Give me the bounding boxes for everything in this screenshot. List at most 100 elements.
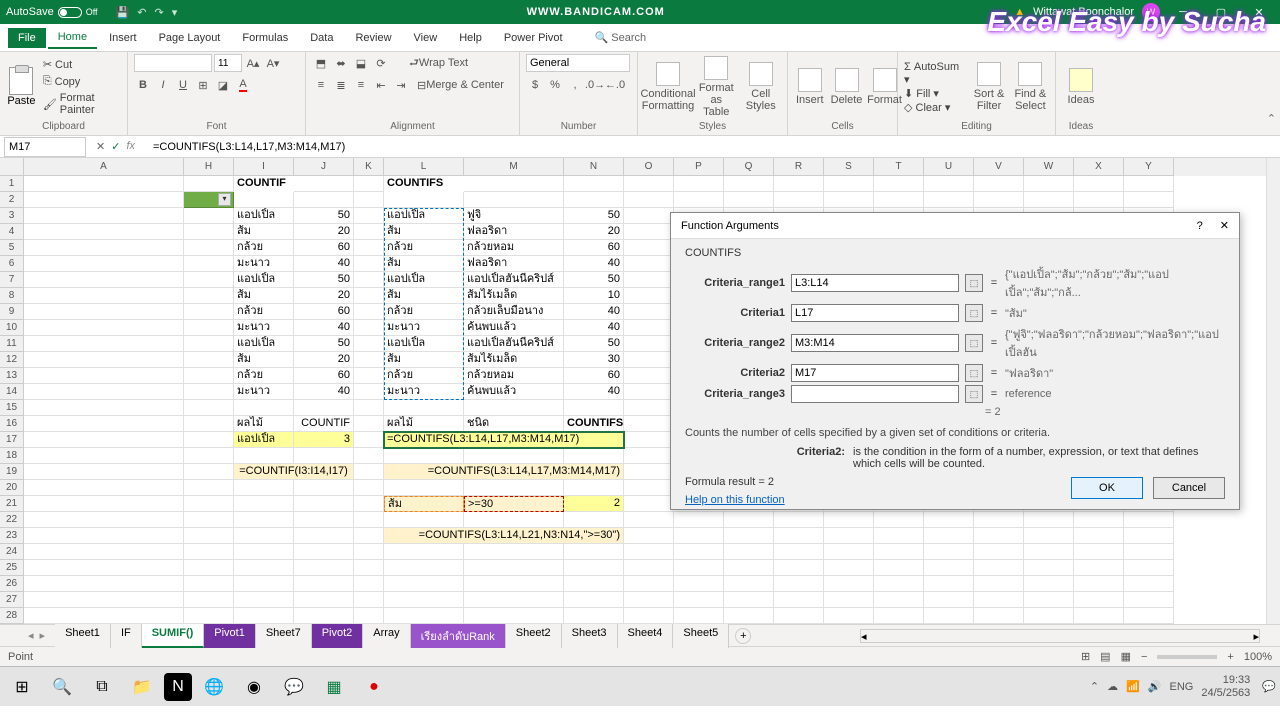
percent-format-icon[interactable]: % <box>546 76 564 94</box>
cell-J16[interactable]: COUNTIF <box>294 416 354 432</box>
tab-nav-last-icon[interactable]: ▸ <box>40 629 46 642</box>
delete-cells-button[interactable]: Delete <box>830 66 864 108</box>
dialog-ok-button[interactable]: OK <box>1071 477 1143 499</box>
cell-H26[interactable] <box>184 576 234 592</box>
cell-Y25[interactable] <box>1124 560 1174 576</box>
col-header[interactable]: S <box>824 158 874 176</box>
cell-I8[interactable]: ส้ม <box>234 288 294 304</box>
cell-I25[interactable] <box>234 560 294 576</box>
cell-W28[interactable] <box>1024 608 1074 624</box>
font-name-input[interactable] <box>134 54 212 72</box>
cell-J5[interactable]: 60 <box>294 240 354 256</box>
row-header[interactable]: 10 <box>0 320 24 336</box>
col-header[interactable]: U <box>924 158 974 176</box>
cell-K22[interactable] <box>354 512 384 528</box>
cell-O21[interactable] <box>624 496 674 512</box>
cell-O14[interactable] <box>624 384 674 400</box>
col-header[interactable]: W <box>1024 158 1074 176</box>
cell-I17[interactable]: แอปเปิ้ล <box>234 432 294 448</box>
sheet-tab[interactable]: Sheet7 <box>256 624 312 648</box>
col-header[interactable]: Y <box>1124 158 1174 176</box>
tray-wifi-icon[interactable]: 📶 <box>1126 680 1140 693</box>
cell-O7[interactable] <box>624 272 674 288</box>
cell-T26[interactable] <box>874 576 924 592</box>
cell-A4[interactable] <box>24 224 184 240</box>
cell-N11[interactable]: 50 <box>564 336 624 352</box>
decrease-decimal-icon[interactable]: ←.0 <box>606 76 624 94</box>
cell-L23[interactable]: =COUNTIFS(L3:L14,L21,N3:N14,">=30") <box>384 528 624 544</box>
cell-V24[interactable] <box>974 544 1024 560</box>
cell-K2[interactable] <box>354 192 384 208</box>
underline-button[interactable]: U <box>174 76 192 94</box>
cell-X25[interactable] <box>1074 560 1124 576</box>
cell-K21[interactable] <box>354 496 384 512</box>
cell-W23[interactable] <box>1024 528 1074 544</box>
notion-icon[interactable]: N <box>164 673 192 701</box>
cell-S22[interactable] <box>824 512 874 528</box>
cell-I19[interactable]: =COUNTIF(I3:I14,I17) <box>234 464 354 480</box>
tray-up-icon[interactable]: ⌃ <box>1090 680 1099 693</box>
row-header[interactable]: 3 <box>0 208 24 224</box>
cell-W27[interactable] <box>1024 592 1074 608</box>
cell-I21[interactable] <box>234 496 294 512</box>
cell-S25[interactable] <box>824 560 874 576</box>
cell-H2[interactable] <box>184 192 234 208</box>
arg-input-4[interactable] <box>791 385 959 403</box>
cell-U2[interactable] <box>924 192 974 208</box>
cell-M2[interactable] <box>464 192 564 208</box>
cell-N4[interactable]: 20 <box>564 224 624 240</box>
arg-input-0[interactable] <box>791 274 959 292</box>
col-header[interactable]: R <box>774 158 824 176</box>
wrap-text-button[interactable]: ⮐ Wrap Text <box>404 54 473 72</box>
cell-K5[interactable] <box>354 240 384 256</box>
cell-T25[interactable] <box>874 560 924 576</box>
cell-U26[interactable] <box>924 576 974 592</box>
cell-Q27[interactable] <box>724 592 774 608</box>
cell-A1[interactable] <box>24 176 184 192</box>
cell-K14[interactable] <box>354 384 384 400</box>
col-header[interactable]: J <box>294 158 354 176</box>
cell-H6[interactable] <box>184 256 234 272</box>
cell-N27[interactable] <box>564 592 624 608</box>
cell-A17[interactable] <box>24 432 184 448</box>
arg-input-1[interactable] <box>791 304 959 322</box>
merge-center-button[interactable]: ⊟ Merge & Center <box>412 76 509 94</box>
cell-P25[interactable] <box>674 560 724 576</box>
cell-J14[interactable]: 40 <box>294 384 354 400</box>
select-all-corner[interactable] <box>0 158 24 176</box>
cell-N21[interactable]: 2 <box>564 496 624 512</box>
cell-H25[interactable] <box>184 560 234 576</box>
cell-O1[interactable] <box>624 176 674 192</box>
copy-button[interactable]: ⎘ Copy <box>41 74 121 89</box>
cell-J20[interactable] <box>294 480 354 496</box>
col-header[interactable]: O <box>624 158 674 176</box>
cell-U24[interactable] <box>924 544 974 560</box>
cell-K25[interactable] <box>354 560 384 576</box>
file-explorer-icon[interactable]: 📁 <box>124 671 160 703</box>
cell-W24[interactable] <box>1024 544 1074 560</box>
zoom-level[interactable]: 100% <box>1244 651 1272 663</box>
format-as-table-button[interactable]: Format as Table <box>696 54 737 120</box>
cell-O9[interactable] <box>624 304 674 320</box>
cell-O6[interactable] <box>624 256 674 272</box>
cell-V28[interactable] <box>974 608 1024 624</box>
cell-X23[interactable] <box>1074 528 1124 544</box>
cell-K10[interactable] <box>354 320 384 336</box>
cell-O8[interactable] <box>624 288 674 304</box>
tab-nav-first-icon[interactable]: ◂ <box>28 629 34 642</box>
cell-N15[interactable] <box>564 400 624 416</box>
tab-review[interactable]: Review <box>345 28 401 48</box>
cell-K1[interactable] <box>354 176 384 192</box>
redo-icon[interactable]: ↷ <box>154 6 163 19</box>
cell-Q22[interactable] <box>724 512 774 528</box>
cell-M28[interactable] <box>464 608 564 624</box>
cell-A8[interactable] <box>24 288 184 304</box>
cell-O13[interactable] <box>624 368 674 384</box>
cell-K6[interactable] <box>354 256 384 272</box>
col-header[interactable]: X <box>1074 158 1124 176</box>
cell-A14[interactable] <box>24 384 184 400</box>
cell-I27[interactable] <box>234 592 294 608</box>
cell-T24[interactable] <box>874 544 924 560</box>
cell-J15[interactable] <box>294 400 354 416</box>
start-button[interactable]: ⊞ <box>4 671 40 703</box>
